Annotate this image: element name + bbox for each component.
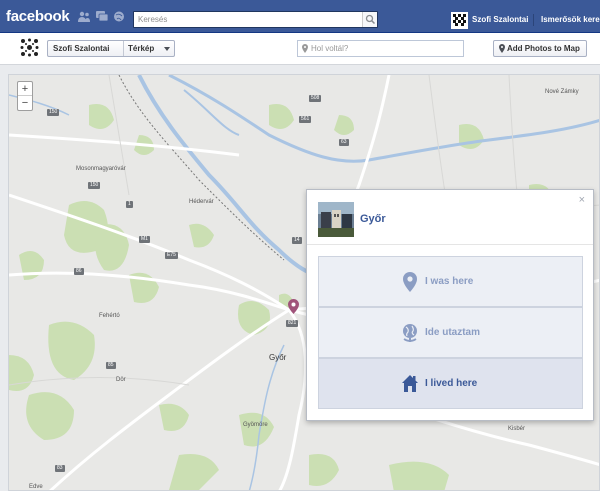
notifications-icon[interactable]	[113, 11, 125, 22]
add-photos-button[interactable]: Add Photos to Map	[493, 40, 587, 57]
zoom-control: + −	[17, 81, 33, 111]
divider	[533, 14, 534, 26]
view-label[interactable]: Térkép	[128, 44, 154, 53]
find-friends-link[interactable]: Ismerősök kere	[541, 15, 600, 24]
road-shield: E75	[165, 252, 178, 259]
map-pin-icon	[403, 272, 417, 292]
road-shield: 14	[292, 237, 302, 244]
location-marker-icon[interactable]	[288, 299, 299, 314]
search-input[interactable]: Keresés	[133, 11, 378, 28]
map-label-dor: Dör	[116, 377, 126, 383]
road-shield: 83	[55, 465, 65, 472]
map-pin-icon	[302, 44, 308, 53]
road-shield: 1	[126, 201, 133, 208]
map-label-nove-zamky: Nové Zámky	[545, 89, 579, 95]
facebook-logo[interactable]: facebook	[6, 8, 70, 25]
chevron-down-icon	[164, 47, 170, 51]
zoom-out-button[interactable]: −	[18, 96, 32, 110]
i-was-here-button[interactable]: I was here	[318, 256, 583, 307]
place-popup: × Győr I was here Ide utaztam I lived he…	[306, 189, 594, 421]
where-input[interactable]: Hol voltál?	[297, 40, 464, 57]
close-button[interactable]: ×	[579, 194, 585, 206]
globe-icon	[403, 324, 417, 342]
profile-avatar[interactable]	[451, 12, 468, 29]
road-shield: 150	[47, 109, 60, 116]
option-label: I was here	[425, 276, 474, 287]
map-label-hedervar: Hédervár	[189, 199, 214, 205]
option-label: Ide utaztam	[425, 327, 481, 338]
map-label-gyomore: Gyömöre	[243, 422, 268, 428]
place-photo[interactable]	[318, 202, 354, 237]
divider	[307, 244, 593, 245]
messages-icon[interactable]	[96, 11, 108, 22]
search-icon	[365, 14, 376, 25]
profile-view-selector[interactable]: Szofi Szalontai Térkép	[47, 40, 175, 57]
map-pin-icon	[499, 44, 505, 53]
road-shield: 85	[106, 362, 116, 369]
home-icon	[402, 375, 418, 392]
road-shield: 86	[74, 268, 84, 275]
map-label-mosonmagyarovar: Mosonmagyaróvár	[76, 166, 126, 172]
road-shield: 561	[299, 116, 312, 123]
road-shield: 821	[286, 320, 299, 327]
road-shield: M1	[139, 236, 150, 243]
user-avatar[interactable]	[19, 37, 40, 58]
map-label-feherto: Fehértó	[99, 313, 120, 319]
map-label-edve: Edve	[29, 484, 43, 490]
top-bar: facebook Keresés Szofi Szalontai Ismerős…	[0, 0, 600, 33]
i-lived-here-button[interactable]: I lived here	[318, 358, 583, 409]
friends-icon[interactable]	[78, 11, 90, 22]
profile-name-link[interactable]: Szofi Szalontai	[472, 15, 528, 24]
map-label-kisber: Kisbér	[508, 426, 526, 432]
road-shield: 508	[309, 95, 322, 102]
road-shield: 150	[88, 182, 101, 189]
traveled-here-button[interactable]: Ide utaztam	[318, 307, 583, 358]
road-shield: 63	[339, 139, 349, 146]
add-photos-label: Add Photos to Map	[507, 44, 580, 53]
divider	[123, 41, 124, 56]
option-label: I lived here	[425, 378, 478, 389]
map-label-gyor: Győr	[269, 353, 287, 362]
profile-name-label[interactable]: Szofi Szalontai	[53, 44, 109, 53]
search-button[interactable]	[362, 12, 377, 27]
place-name[interactable]: Győr	[360, 213, 386, 225]
zoom-in-button[interactable]: +	[18, 82, 32, 96]
where-placeholder: Hol voltál?	[311, 44, 349, 53]
